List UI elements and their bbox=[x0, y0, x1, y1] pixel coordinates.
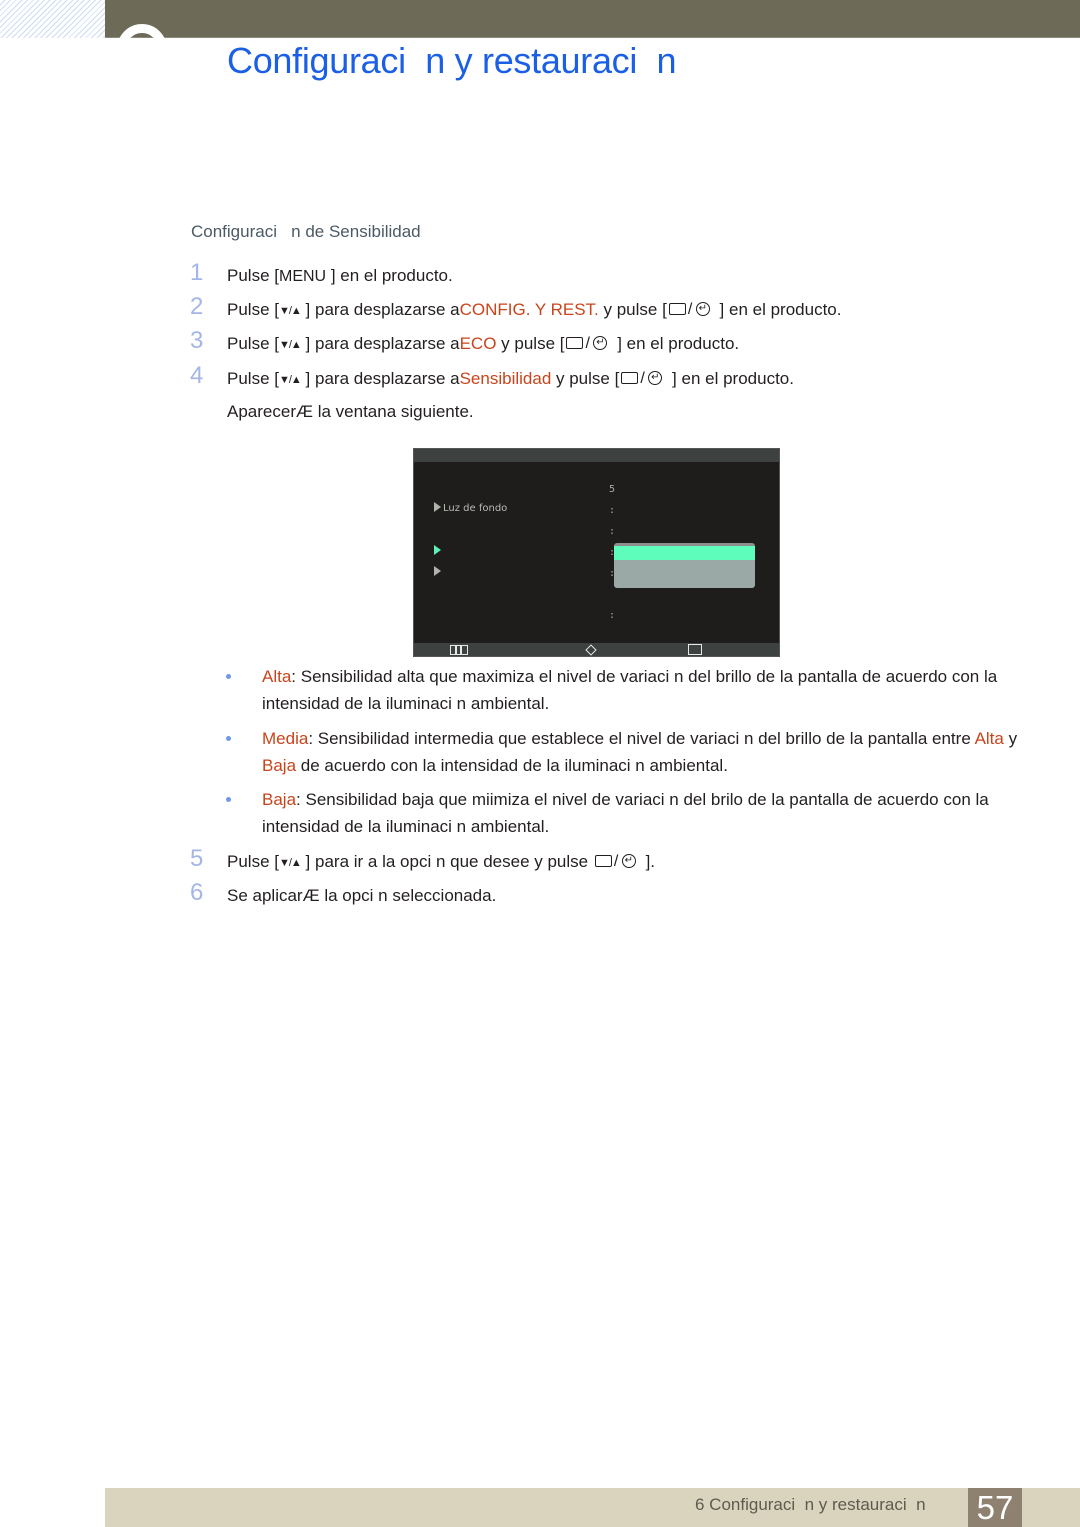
header-hatch-decoration bbox=[0, 0, 105, 38]
bullet-alta: Alta: Sensibilidad alta que maximiza el … bbox=[226, 663, 1026, 717]
enter-icon bbox=[688, 644, 702, 655]
option-description: : Sensibilidad baja que miimiza el nivel… bbox=[262, 790, 994, 836]
step-text: y pulse [ bbox=[551, 369, 620, 388]
osd-menu-screenshot: Luz de fondo 5 : : : : : bbox=[413, 448, 780, 657]
triangle-right-icon bbox=[434, 545, 441, 555]
menu-key-label: MENU bbox=[278, 268, 327, 285]
osd-title-bar bbox=[414, 449, 779, 462]
page-number: 57 bbox=[968, 1488, 1022, 1527]
step-text: Pulse [ bbox=[227, 300, 279, 319]
step-number: 4 bbox=[190, 362, 204, 389]
osd-item-luz-de-fondo: Luz de fondo bbox=[434, 502, 507, 514]
step-text: y pulse [ bbox=[496, 334, 565, 353]
source-enter-button-icon: / ↵ bbox=[593, 852, 641, 870]
osd-selected-option bbox=[614, 546, 755, 560]
bullet-dot-icon bbox=[226, 674, 231, 679]
footer-chapter-title: 6 Configuraci n y restauraci n bbox=[695, 1495, 926, 1514]
step-text: ] para desplazarse a bbox=[300, 300, 460, 319]
option-description: de acuerdo con la intensidad de la ilumi… bbox=[296, 756, 728, 775]
step-text: ] en el producto. bbox=[612, 334, 740, 353]
step-text: ] en el producto. bbox=[714, 300, 842, 319]
menu-highlight: CONFIG. Y REST. bbox=[459, 300, 599, 319]
section-title: Configuraci n de Sensibilidad bbox=[191, 222, 421, 241]
osd-value: : bbox=[609, 505, 616, 516]
step-text: ] para desplazarse a bbox=[300, 369, 460, 388]
step-6: 6 Se aplicarÆ la opci n seleccionada. bbox=[190, 881, 496, 951]
bullet-dot-icon bbox=[226, 736, 231, 741]
step-text: ] para desplazarse a bbox=[300, 334, 460, 353]
option-description: y bbox=[1003, 729, 1022, 748]
step-text: Pulse [ bbox=[227, 334, 279, 353]
step-note: AparecerÆ la ventana siguiente. bbox=[190, 401, 474, 445]
step-number: 1 bbox=[190, 259, 204, 286]
step-text: ] en el producto. bbox=[326, 266, 453, 285]
down-up-arrow-icon: ▼/▲ bbox=[278, 339, 302, 351]
down-up-arrow-icon: ▼/▲ bbox=[278, 374, 302, 386]
chapter-circle-icon bbox=[117, 24, 167, 38]
osd-value: : bbox=[609, 610, 616, 621]
menu-icon bbox=[450, 645, 468, 655]
bullet-baja: Baja: Sensibilidad baja que miimiza el n… bbox=[226, 786, 1026, 840]
bullet-media: Media: Sensibilidad intermedia que estab… bbox=[226, 725, 1026, 779]
step-text: ] en el producto. bbox=[667, 369, 794, 388]
step-text: ]. bbox=[640, 852, 656, 871]
osd-item-label: Luz de fondo bbox=[443, 503, 508, 514]
step-number: 2 bbox=[190, 293, 204, 320]
option-description: : Sensibilidad intermedia que establece … bbox=[308, 729, 975, 748]
page-title: Configuraci n y restauraci n bbox=[227, 40, 677, 81]
step-number: 6 bbox=[190, 879, 204, 906]
option-term: Media bbox=[262, 729, 309, 748]
step-text: Pulse [ bbox=[227, 369, 279, 388]
option-term: Alta bbox=[262, 667, 292, 686]
triangle-right-icon bbox=[434, 502, 441, 512]
osd-value: 5 bbox=[609, 484, 616, 495]
osd-options-dropdown bbox=[614, 543, 755, 588]
step-text: Se aplicarÆ la opci n seleccionada. bbox=[227, 886, 497, 905]
option-term: Baja bbox=[262, 790, 297, 809]
down-up-arrow-icon: ▼/▲ bbox=[278, 305, 302, 317]
source-enter-button-icon: / ↵ bbox=[619, 369, 667, 387]
step-text: Pulse [ bbox=[227, 266, 279, 285]
option-term: Baja bbox=[262, 756, 297, 775]
step-number: 3 bbox=[190, 327, 204, 354]
step-text: AparecerÆ la ventana siguiente. bbox=[227, 402, 474, 421]
footer-bar bbox=[105, 1488, 1080, 1527]
bullet-dot-icon bbox=[226, 797, 231, 802]
osd-item bbox=[434, 566, 443, 578]
step-text: y pulse [ bbox=[598, 300, 667, 319]
osd-value: : bbox=[609, 526, 616, 537]
navigate-icon bbox=[585, 644, 597, 656]
option-term: Alta bbox=[974, 729, 1004, 748]
down-up-arrow-icon: ▼/▲ bbox=[278, 857, 302, 869]
source-enter-button-icon: / ↵ bbox=[564, 334, 612, 352]
option-description: : Sensibilidad alta que maximiza el nive… bbox=[262, 667, 1002, 713]
osd-item-active bbox=[434, 545, 443, 557]
step-text: Pulse [ bbox=[227, 852, 279, 871]
source-enter-button-icon: / ↵ bbox=[667, 300, 715, 318]
triangle-right-icon bbox=[434, 566, 441, 576]
step-number: 5 bbox=[190, 845, 204, 872]
step-text: ] para ir a la opci n que desee y pulse bbox=[300, 852, 593, 871]
menu-highlight: Sensibilidad bbox=[459, 369, 552, 388]
menu-highlight: ECO bbox=[459, 334, 497, 353]
osd-bottom-bar bbox=[414, 643, 779, 656]
header-bar bbox=[105, 0, 1080, 38]
